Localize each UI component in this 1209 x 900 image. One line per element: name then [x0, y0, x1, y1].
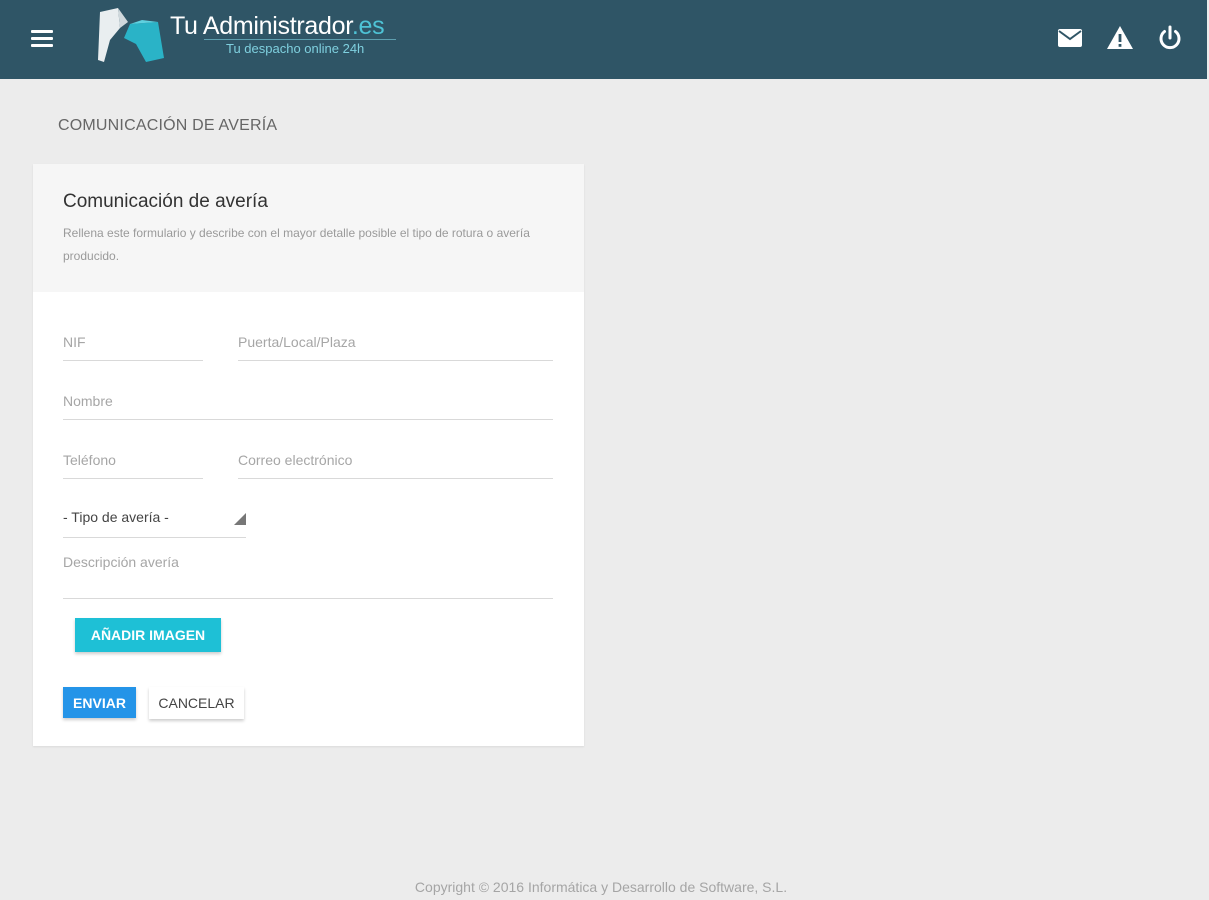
send-button[interactable]: ENVIAR: [63, 687, 136, 718]
logo-title: Tu Administrador.es: [170, 12, 385, 41]
logo-subtitle: Tu despacho online 24h: [226, 41, 365, 56]
cancel-button[interactable]: CANCELAR: [149, 687, 244, 719]
descripcion-textarea[interactable]: [63, 554, 553, 599]
card-title: Comunicación de avería: [63, 191, 268, 212]
add-image-button[interactable]: AÑADIR IMAGEN: [75, 618, 221, 652]
puerta-input[interactable]: [238, 324, 553, 361]
fault-report-card: Comunicación de avería Rellena este form…: [33, 164, 584, 746]
tipo-averia-select[interactable]: - Tipo de avería -: [63, 499, 246, 538]
logo-name: Tu Administrador: [170, 12, 352, 40]
hamburger-menu-icon[interactable]: [31, 27, 57, 51]
card-header: Comunicación de avería Rellena este form…: [33, 164, 584, 292]
page-title: COMUNICACIÓN DE AVERÍA: [58, 117, 278, 134]
logo-icon: [98, 8, 164, 62]
card-description: Rellena este formulario y describe con e…: [63, 226, 530, 263]
mail-icon[interactable]: [1056, 24, 1084, 52]
footer-copyright: Copyright © 2016 Informática y Desarroll…: [414, 879, 788, 895]
nombre-input[interactable]: [63, 383, 553, 420]
logo-domain: .es: [351, 12, 385, 40]
logo-underline: [204, 39, 396, 40]
nif-input[interactable]: [63, 324, 203, 361]
dropdown-arrow-icon: [234, 513, 246, 525]
telefono-input[interactable]: [63, 442, 203, 479]
power-icon[interactable]: [1156, 24, 1184, 52]
correo-input[interactable]: [238, 442, 553, 479]
warning-icon[interactable]: [1106, 24, 1134, 52]
top-app-bar: Tu Administrador.es Tu despacho online 2…: [0, 0, 1207, 79]
select-value: - Tipo de avería -: [63, 509, 169, 525]
